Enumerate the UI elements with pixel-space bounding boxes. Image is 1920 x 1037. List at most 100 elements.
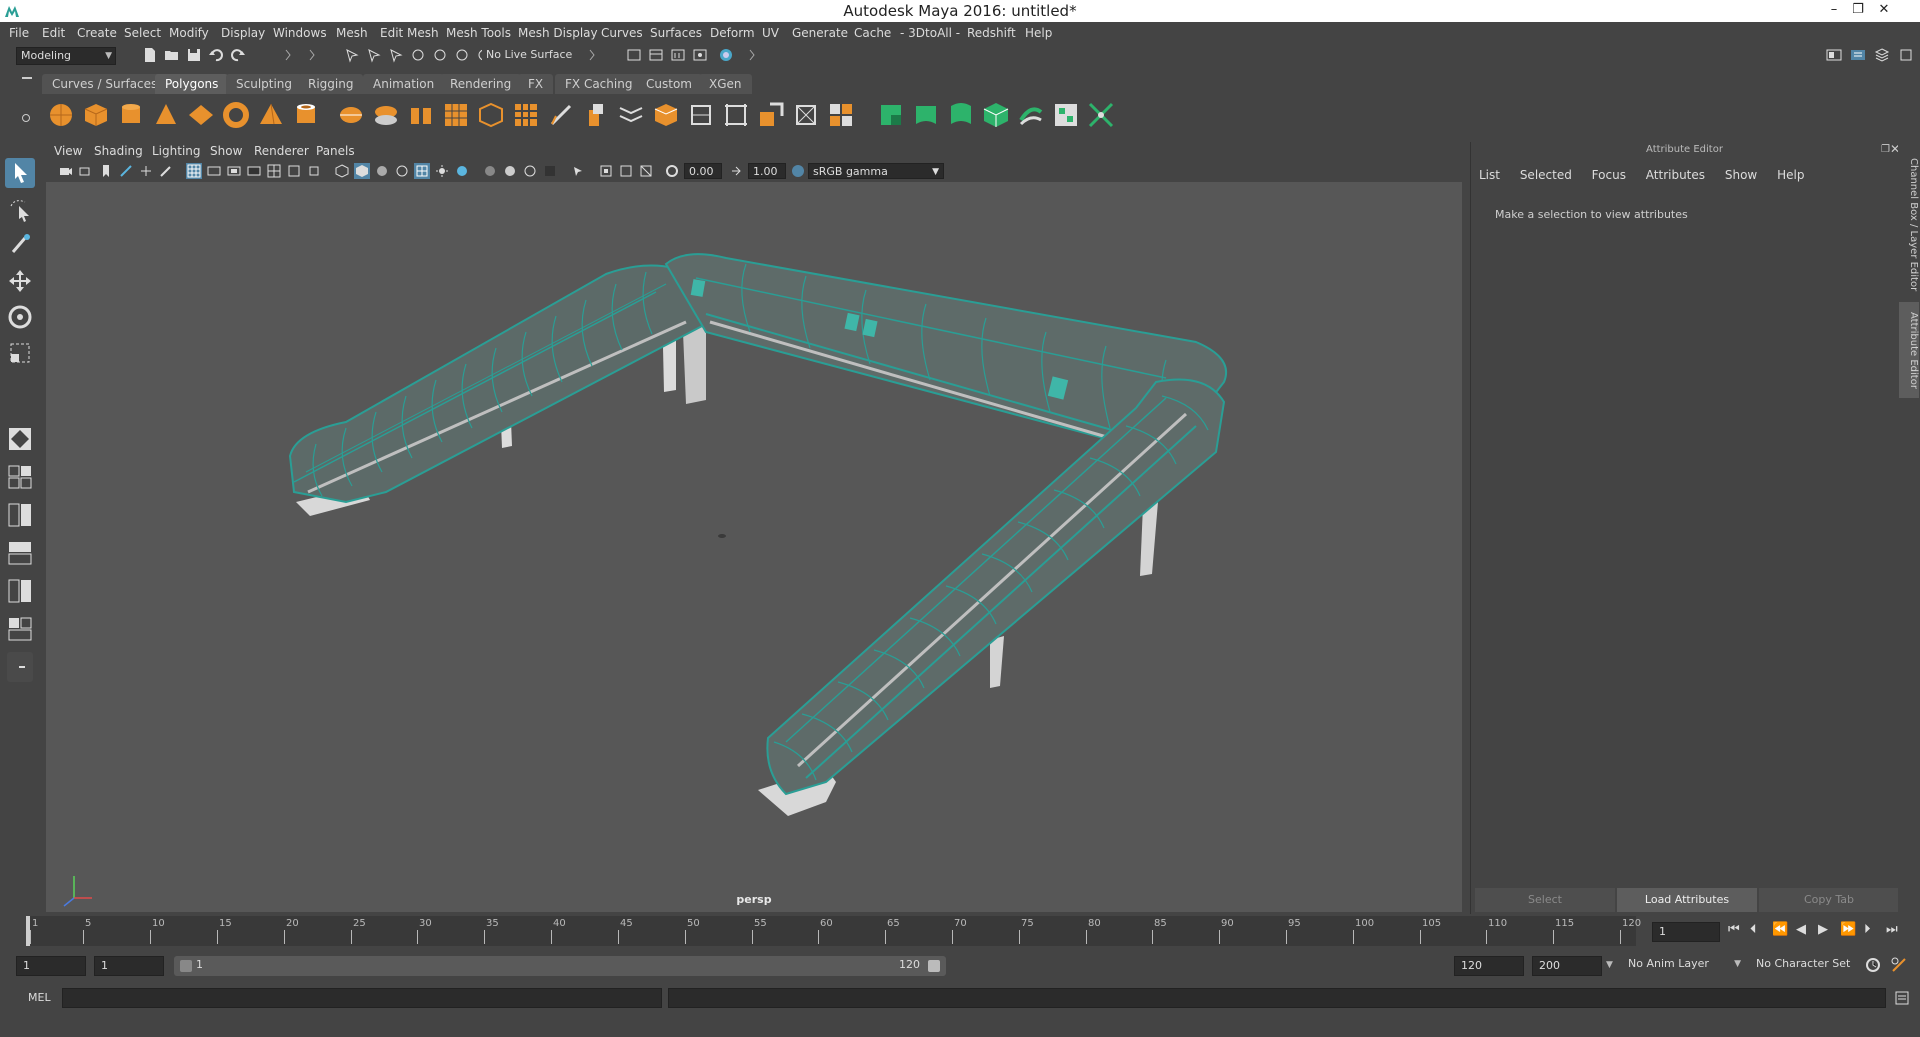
auto-key-icon[interactable] [1864, 956, 1882, 974]
exposure-field[interactable]: 0.00 [684, 163, 722, 179]
redo-icon[interactable] [230, 47, 246, 63]
persp-hypershade-layout-icon[interactable] [5, 614, 35, 644]
wireframe-on-shaded-icon[interactable] [394, 163, 410, 179]
uv-automatic-icon[interactable] [981, 100, 1011, 130]
mirror-icon[interactable] [511, 100, 541, 130]
tab-channel-box[interactable]: Channel Box / Layer Editor [1899, 150, 1919, 300]
collapse-toolbox-icon[interactable] [7, 652, 33, 682]
menu-mesh-display[interactable]: Mesh Display [518, 26, 598, 40]
motion-blur-icon[interactable] [502, 163, 518, 179]
chevron-down-icon[interactable]: ▼ [1606, 960, 1613, 970]
menu-file[interactable]: File [9, 26, 29, 40]
menu-3dtoall[interactable]: - 3DtoAll - [900, 26, 960, 40]
ambient-occlusion-icon[interactable] [482, 163, 498, 179]
restore-button[interactable]: ❐ [1846, 0, 1870, 20]
uv-planar-icon[interactable] [876, 100, 906, 130]
character-set-dropdown[interactable]: No Character Set [1752, 956, 1872, 974]
separate-icon[interactable] [371, 100, 401, 130]
menu-select[interactable]: Select [124, 26, 161, 40]
attr-menu-help[interactable]: Help [1777, 168, 1804, 182]
save-scene-icon[interactable] [186, 47, 202, 63]
play-forward-icon[interactable]: ▶ [1818, 922, 1828, 937]
tab-animation[interactable]: Animation [363, 74, 445, 94]
tool-settings-toggle-icon[interactable] [1898, 47, 1914, 63]
anti-aliasing-icon[interactable] [522, 163, 538, 179]
textured-icon[interactable] [414, 163, 430, 179]
resolution-gate-icon[interactable] [226, 163, 242, 179]
menu-edit-mesh[interactable]: Edit Mesh [380, 26, 439, 40]
exposure-icon[interactable] [664, 163, 680, 179]
step-back-frame-icon[interactable]: ⏪ [1772, 922, 1788, 937]
menu-surfaces[interactable]: Surfaces [650, 26, 702, 40]
menu-set-dropdown[interactable]: Modeling ▼ [16, 47, 116, 65]
step-back-key-icon[interactable]: ⏴ [1750, 922, 1757, 937]
tab-fx[interactable]: FX [518, 74, 554, 94]
playback-start-field[interactable]: 1 [94, 956, 164, 976]
live-surface-field[interactable]: No Live Surface [482, 47, 582, 65]
tab-curves-surfaces[interactable]: Curves / Surfaces [42, 74, 168, 94]
range-end-handle[interactable] [928, 960, 940, 972]
poly-cone-icon[interactable] [151, 100, 181, 130]
anim-layer-dropdown[interactable]: No Anim Layer ▼ [1624, 956, 1744, 974]
animation-preferences-icon[interactable] [1890, 956, 1908, 974]
2d-pan-zoom-icon[interactable] [138, 163, 154, 179]
fill-hole-icon[interactable] [721, 100, 751, 130]
minimize-button[interactable]: – [1822, 0, 1846, 20]
ipr-render-icon[interactable] [670, 47, 686, 63]
safe-action-icon[interactable] [286, 163, 302, 179]
playback-end-field[interactable]: 120 [1454, 956, 1524, 976]
step-forward-frame-icon[interactable]: ⏩ [1840, 922, 1856, 937]
hypershade-icon[interactable] [718, 47, 734, 63]
paint-select-tool-icon[interactable] [5, 230, 35, 260]
undo-icon[interactable] [208, 47, 224, 63]
wireframe-icon[interactable] [334, 163, 350, 179]
load-attributes-button[interactable]: Load Attributes [1617, 888, 1757, 912]
snap-grid-icon[interactable] [410, 47, 426, 63]
combine-icon[interactable] [336, 100, 366, 130]
uv-unfold-icon[interactable] [1016, 100, 1046, 130]
layout-toggle-icon[interactable] [1826, 47, 1842, 63]
tab-custom[interactable]: Custom [636, 74, 702, 94]
smooth-icon[interactable] [441, 100, 471, 130]
extrude-icon[interactable] [581, 100, 611, 130]
persp-outliner-layout-icon[interactable] [5, 538, 35, 568]
close-button[interactable]: ✕ [1872, 0, 1896, 20]
merge-icon[interactable] [756, 100, 786, 130]
select-object-icon[interactable] [366, 47, 382, 63]
snap-curve-icon[interactable] [432, 47, 448, 63]
poly-cube-icon[interactable] [81, 100, 111, 130]
menu-help[interactable]: Help [1025, 26, 1052, 40]
go-to-start-icon[interactable]: ⏮ [1728, 922, 1740, 937]
field-chart-icon[interactable] [266, 163, 282, 179]
channel-box-toggle-icon[interactable] [1874, 47, 1890, 63]
attr-menu-show[interactable]: Show [1725, 168, 1757, 182]
grid-icon[interactable] [186, 163, 202, 179]
select-hierarchy-icon[interactable] [344, 47, 360, 63]
color-management-icon[interactable] [790, 163, 806, 179]
extract-icon[interactable] [406, 100, 436, 130]
uv-cut-sew-icon[interactable] [1086, 100, 1116, 130]
xray-icon[interactable] [598, 163, 614, 179]
rotate-tool-icon[interactable] [5, 302, 35, 332]
script-editor-icon[interactable] [1894, 990, 1910, 1006]
snap-point-icon[interactable] [454, 47, 470, 63]
menu-generate[interactable]: Generate [792, 26, 848, 40]
menu-display[interactable]: Display [221, 26, 265, 40]
uv-editor-icon[interactable] [1051, 100, 1081, 130]
lights-icon[interactable] [434, 163, 450, 179]
render-settings-icon[interactable] [692, 47, 708, 63]
bookmark-icon[interactable] [98, 163, 114, 179]
isolate-select-icon[interactable] [570, 163, 586, 179]
film-gate-icon[interactable] [206, 163, 222, 179]
gate-mask-icon[interactable] [246, 163, 262, 179]
grease-pencil-icon[interactable] [158, 163, 174, 179]
go-to-end-icon[interactable]: ⏭ [1886, 922, 1898, 937]
four-pane-layout-icon[interactable] [5, 462, 35, 492]
tab-sculpting[interactable]: Sculpting [226, 74, 303, 94]
menu-create[interactable]: Create [77, 26, 117, 40]
tab-attribute-editor[interactable]: Attribute Editor [1899, 302, 1919, 398]
viewport-menu-panels[interactable]: Panels [316, 144, 355, 158]
smooth-shade-icon[interactable] [354, 163, 370, 179]
menu-modify[interactable]: Modify [169, 26, 209, 40]
3d-viewport[interactable]: persp [46, 182, 1462, 912]
